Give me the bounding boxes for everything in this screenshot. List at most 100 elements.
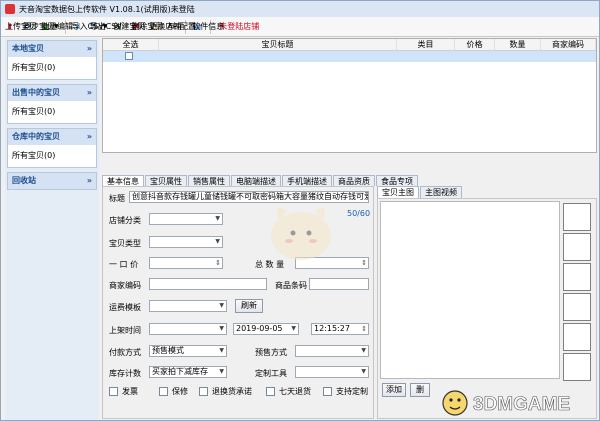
image-thumbnail[interactable] <box>563 323 591 351</box>
price-input[interactable] <box>149 257 223 269</box>
column-category[interactable]: 类目 <box>397 39 455 50</box>
delete-button[interactable]: ✖ 删除宝贝 <box>131 22 163 32</box>
sync-button[interactable]: ⟳ 同步宝贝 <box>23 22 55 32</box>
sidebar-group-on-sale: 出售中的宝贝» 所有宝贝(0) <box>7 84 97 124</box>
sidebar-group-header[interactable]: 本地宝贝» <box>8 41 96 57</box>
unlogged-shop-status[interactable]: 未登陆店铺 <box>219 21 259 32</box>
item-type-select[interactable] <box>149 236 223 248</box>
tab-basic-info[interactable]: 基本信息 <box>102 175 144 186</box>
invoice-checkbox[interactable]: 发票 <box>109 386 138 397</box>
return-promise-checkbox[interactable]: 退换货承诺 <box>199 386 252 397</box>
upload-button[interactable]: ⬆ 上传宝贝 <box>5 22 37 32</box>
price-label: 一 口 价 <box>109 260 139 269</box>
payment-method-select[interactable]: 预售模式 <box>149 345 227 357</box>
title-label: 标题 <box>109 194 125 203</box>
add-image-button[interactable]: 添加 <box>382 383 406 397</box>
sidebar-group-header[interactable]: 仓库中的宝贝» <box>8 129 96 145</box>
sidebar-group-header[interactable]: 出售中的宝贝» <box>8 85 96 101</box>
item-type-label: 宝贝类型 <box>109 239 141 248</box>
column-merchant-code[interactable]: 商家编码 <box>541 39 596 50</box>
listing-time-input[interactable]: 12:15:27 <box>311 323 369 335</box>
sidebar-item-all-warehouse[interactable]: 所有宝贝(0) <box>8 145 96 167</box>
checkbox-box[interactable] <box>159 387 168 396</box>
collapse-chevron-icon[interactable]: » <box>87 129 92 145</box>
delete-image-button[interactable]: 删 <box>410 383 430 397</box>
tab-sales-attributes[interactable]: 销售属性 <box>188 175 230 186</box>
listing-time-select[interactable] <box>149 323 227 335</box>
toolbar: ⬆ 上传宝贝 ⟳ 同步宝贝 ▦ 批量编辑 ▼ ⇲ 导入CSV ⇱ 导出CSV ▼ ⊕ 创建宝贝 … <box>1 17 599 37</box>
image-thumbnail[interactable] <box>563 293 591 321</box>
tab-item-attributes[interactable]: 宝贝属性 <box>145 175 187 186</box>
batch-edit-button[interactable]: ▦ 批量编辑 ▼ <box>41 22 73 32</box>
create-button[interactable]: ⊕ 创建宝贝 <box>113 22 145 32</box>
detail-tabs: 基本信息 宝贝属性 销售属性 电脑端描述 手机端描述 商品资质 食品专项 <box>102 175 597 186</box>
import-csv-button[interactable]: ⇲ 导入CSV <box>72 22 104 32</box>
title-bar: 天音淘宝数据包上传软件 V1.08.1(试用版)未登陆 <box>1 1 599 17</box>
barcode-label: 商品条码 <box>275 281 307 290</box>
shipping-template-select[interactable] <box>149 300 227 312</box>
support-custom-checkbox[interactable]: 支持定制 <box>323 386 368 397</box>
image-thumbnail[interactable] <box>563 353 591 381</box>
checkbox-box[interactable] <box>199 387 208 396</box>
change-shop-button[interactable]: ⌂ 更换店铺 <box>149 22 181 32</box>
tab-mobile-description[interactable]: 手机端描述 <box>282 175 332 186</box>
column-title[interactable]: 宝贝标题 <box>159 39 397 50</box>
image-thumbnail[interactable] <box>563 203 591 231</box>
collapse-chevron-icon[interactable]: » <box>87 85 92 101</box>
merchant-code-label: 商家编码 <box>109 281 141 290</box>
quantity-label: 总 数 量 <box>255 260 285 269</box>
app-icon <box>5 4 15 14</box>
export-csv-button[interactable]: ⇱ 导出CSV ▼ <box>90 22 122 32</box>
table-row[interactable] <box>103 51 596 62</box>
quantity-input[interactable] <box>295 257 369 269</box>
refresh-button[interactable]: 刷新 <box>235 299 263 313</box>
sidebar-item-all-on-sale[interactable]: 所有宝贝(0) <box>8 101 96 123</box>
listing-date-picker[interactable]: 2019-09-05 <box>233 323 299 335</box>
tab-qualification[interactable]: 商品资质 <box>333 175 375 186</box>
window-title: 天音淘宝数据包上传软件 V1.08.1(试用版)未登陆 <box>19 4 195 14</box>
sidebar-group-header[interactable]: 回收站» <box>8 173 96 189</box>
image-thumbnail[interactable] <box>563 233 591 261</box>
image-tabs: 宝贝主图 主图视频 <box>377 186 597 198</box>
shop-category-select[interactable] <box>149 213 223 225</box>
warranty-checkbox[interactable]: 保修 <box>159 386 188 397</box>
tab-food[interactable]: 食品专项 <box>376 175 418 186</box>
api-config-button[interactable]: ✎ API配置 <box>167 22 196 32</box>
tab-pc-description[interactable]: 电脑端描述 <box>231 175 281 186</box>
column-quantity[interactable]: 数量 <box>495 39 541 50</box>
collapse-chevron-icon[interactable]: » <box>87 173 92 189</box>
app-window: 天音淘宝数据包上传软件 V1.08.1(试用版)未登陆 ⬆ 上传宝贝 ⟳ 同步宝贝 … <box>0 0 600 421</box>
collapse-chevron-icon[interactable]: » <box>87 41 92 57</box>
table-header: 全选 宝贝标题 类目 价格 数量 商家编码 <box>103 39 596 51</box>
seven-day-return-checkbox[interactable]: 七天退货 <box>266 386 311 397</box>
title-char-count: 50/60 <box>347 209 371 218</box>
image-panel: 添加 删 <box>377 198 597 419</box>
sidebar-item-all-local[interactable]: 所有宝贝(0) <box>8 57 96 79</box>
sidebar-group-local: 本地宝贝» 所有宝贝(0) <box>7 40 97 80</box>
custom-tool-select[interactable] <box>295 366 369 378</box>
column-price[interactable]: 价格 <box>455 39 495 50</box>
payment-method-label: 付款方式 <box>109 348 141 357</box>
merchant-code-input[interactable] <box>149 278 267 290</box>
title-input[interactable]: 创意抖音款存钱罐儿童储钱罐不可取密码箱大容量猪纹自动存钱可爱 <box>129 191 369 203</box>
shop-category-label: 店铺分类 <box>109 216 141 225</box>
row-checkbox[interactable] <box>125 52 133 60</box>
sidebar: 本地宝贝» 所有宝贝(0) 出售中的宝贝» 所有宝贝(0) 仓库中的宝贝» 所有… <box>5 38 99 420</box>
barcode-input[interactable] <box>309 278 369 290</box>
presale-method-select[interactable] <box>295 345 369 357</box>
checkbox-box[interactable] <box>266 387 275 396</box>
image-thumbnail[interactable] <box>563 263 591 291</box>
presale-method-label: 预售方式 <box>255 348 287 357</box>
stock-count-select[interactable]: 买家拍下减库存 <box>149 366 227 378</box>
checkbox-box[interactable] <box>323 387 332 396</box>
column-select-all[interactable]: 全选 <box>103 39 159 50</box>
tab-main-image[interactable]: 宝贝主图 <box>377 186 419 198</box>
main-image-preview[interactable] <box>380 201 560 379</box>
product-table: 全选 宝贝标题 类目 价格 数量 商家编码 <box>102 38 597 153</box>
sidebar-group-recycle: 回收站» <box>7 172 97 190</box>
software-info-button[interactable]: ▤ 软件信息 <box>192 22 224 32</box>
tab-main-video[interactable]: 主图视频 <box>420 186 462 198</box>
shipping-template-label: 运费模板 <box>109 303 141 312</box>
checkbox-box[interactable] <box>109 387 118 396</box>
custom-tool-label: 定制工具 <box>255 369 287 378</box>
